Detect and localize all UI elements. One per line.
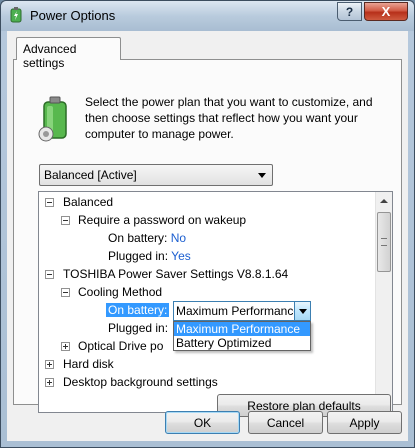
tree-item-label: TOSHIBA Power Saver Settings V8.8.1.64	[63, 267, 289, 281]
collapse-icon[interactable]	[61, 288, 70, 297]
expand-icon[interactable]	[45, 360, 54, 369]
close-icon: X	[381, 4, 391, 19]
tree-item-password-on-battery[interactable]: On battery: No	[108, 229, 186, 247]
setting-label: On battery:	[108, 231, 168, 245]
tree-item-label: Hard disk	[63, 357, 114, 371]
grip-icon	[381, 238, 387, 246]
tree-item-label: Require a password on wakeup	[78, 213, 247, 227]
tab-panel: Select the power plan that you want to c…	[13, 59, 402, 417]
tab-advanced-settings[interactable]: Advanced settings	[16, 37, 121, 70]
cooling-method-value: Maximum Performance	[176, 304, 301, 318]
setting-value[interactable]: No	[171, 231, 186, 245]
tree-item-cooling-on-battery[interactable]: On battery:	[106, 301, 170, 319]
window-title: Power Options	[30, 8, 116, 23]
dropdown-option-maximum-performance[interactable]: Maximum Performance	[174, 322, 310, 336]
dialog-client-area: Advanced settings Select the power plan …	[7, 31, 408, 441]
tree-item-cooling-plugged-in[interactable]: Plugged in:	[108, 319, 168, 337]
cancel-button[interactable]: Cancel	[248, 411, 323, 434]
setting-label: Plugged in:	[108, 321, 169, 335]
expand-icon[interactable]	[61, 342, 70, 351]
button-label: Cancel	[266, 415, 305, 430]
button-label: Apply	[349, 415, 380, 430]
apply-button[interactable]: Apply	[327, 411, 402, 434]
cooling-method-combo[interactable]: Maximum Performance	[173, 301, 311, 321]
chevron-down-icon	[258, 173, 266, 178]
power-options-window: Power Options ? X Advanced settings Sele…	[0, 0, 415, 448]
settings-tree[interactable]: Balanced Require a password on wakeup On…	[38, 191, 393, 413]
button-label: OK	[193, 415, 212, 430]
expand-icon[interactable]	[45, 378, 54, 387]
tree-item-password-plugged-in[interactable]: Plugged in: Yes	[108, 247, 191, 265]
power-options-icon	[8, 7, 24, 23]
title-bar[interactable]: Power Options ? X	[1, 1, 414, 31]
help-icon: ?	[345, 4, 354, 19]
collapse-icon[interactable]	[61, 216, 70, 225]
close-button[interactable]: X	[364, 2, 408, 21]
collapse-icon[interactable]	[45, 270, 54, 279]
setting-label: On battery:	[106, 303, 170, 317]
ok-button[interactable]: OK	[165, 411, 240, 434]
power-plan-select[interactable]: Balanced [Active]	[39, 164, 273, 186]
cooling-method-dropdown[interactable]: Maximum Performance Battery Optimized	[173, 321, 311, 351]
tree-item-label: Balanced	[63, 195, 114, 209]
power-plan-value: Balanced [Active]	[44, 168, 137, 182]
battery-plan-icon	[38, 96, 72, 142]
setting-label: Plugged in:	[108, 249, 169, 263]
instructions-text: Select the power plan that you want to c…	[85, 95, 373, 141]
scrollbar-thumb[interactable]	[377, 212, 391, 272]
dropdown-option-battery-optimized[interactable]: Battery Optimized	[174, 336, 310, 350]
setting-value[interactable]: Yes	[171, 249, 191, 263]
tree-item-label: Desktop background settings	[63, 375, 218, 389]
tree-scrollbar[interactable]	[375, 192, 392, 412]
collapse-icon[interactable]	[45, 198, 54, 207]
chevron-down-icon[interactable]	[294, 302, 310, 320]
tree-item-label: Cooling Method	[78, 285, 163, 299]
scroll-up-icon[interactable]	[376, 192, 392, 209]
tree-item-label: Optical Drive po	[78, 339, 164, 353]
help-button[interactable]: ?	[337, 2, 362, 21]
